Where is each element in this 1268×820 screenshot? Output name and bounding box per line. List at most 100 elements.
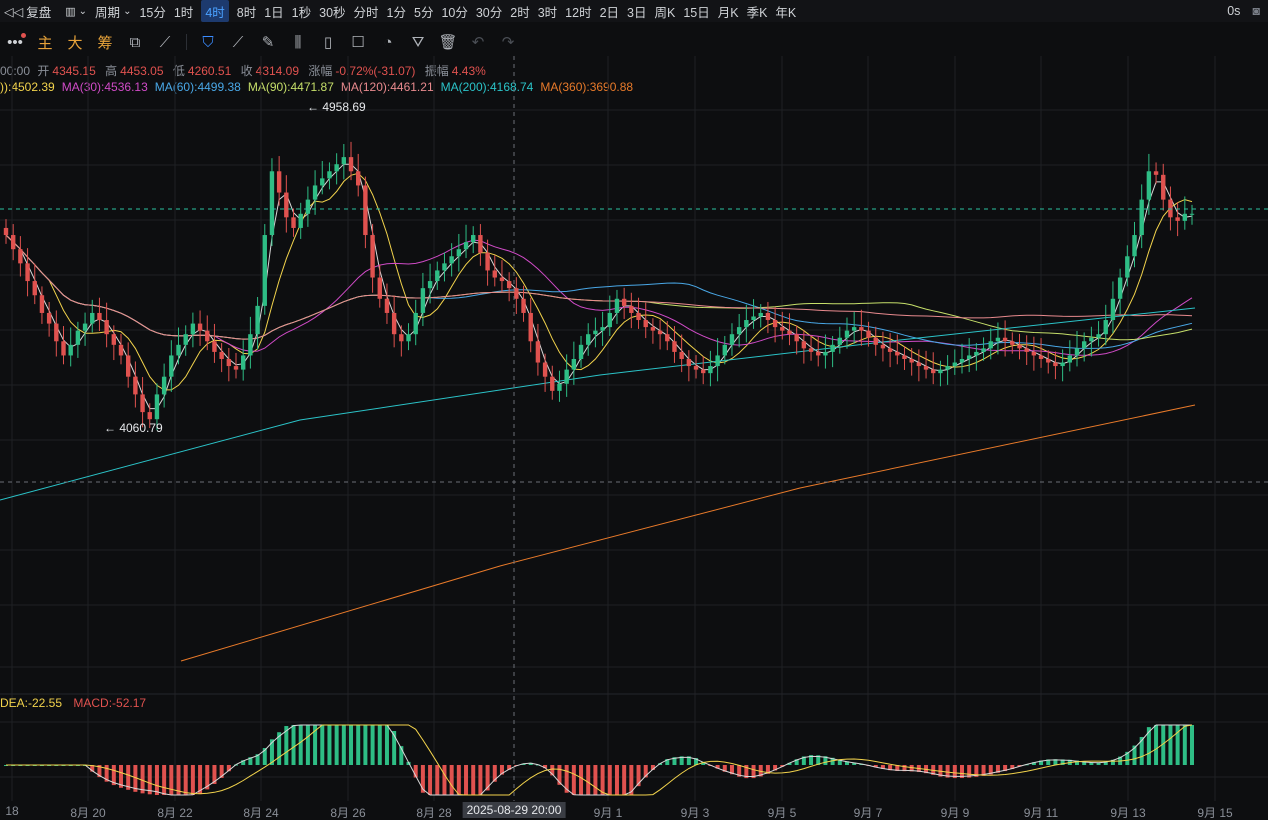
candle-body bbox=[995, 337, 1001, 342]
macd-bar bbox=[1168, 725, 1173, 765]
candle-body bbox=[621, 298, 627, 306]
interval-13[interactable]: 3时 bbox=[538, 0, 565, 22]
candle-body bbox=[75, 330, 81, 345]
macd-bar bbox=[464, 765, 469, 795]
time-label: 9月 3 bbox=[680, 806, 710, 820]
candle-body bbox=[794, 334, 799, 342]
bookmark-icon: ⛉ bbox=[202, 33, 214, 51]
main-indicator-button[interactable]: 主 bbox=[30, 28, 60, 56]
interval-0[interactable]: 15分 bbox=[139, 0, 173, 22]
candle-body bbox=[693, 366, 699, 370]
macd-bar bbox=[456, 765, 461, 795]
candle-body bbox=[938, 369, 943, 374]
interval-12[interactable]: 2时 bbox=[510, 0, 537, 22]
indicator-edit-button[interactable]: ⧉ bbox=[120, 28, 150, 56]
filter-tool[interactable]: ⛛ bbox=[403, 28, 433, 56]
interval-5[interactable]: 1秒 bbox=[292, 0, 319, 22]
note-tool[interactable]: ☐ bbox=[343, 28, 373, 56]
candle-body bbox=[945, 366, 950, 370]
candle-body bbox=[988, 341, 993, 349]
candle-body bbox=[442, 263, 447, 271]
ma-line bbox=[5, 172, 1193, 391]
interval-19[interactable]: 月K bbox=[718, 0, 747, 22]
candles-icon: ⫼ bbox=[294, 33, 302, 51]
undo-button[interactable]: ↶ bbox=[463, 28, 493, 56]
candles bbox=[3, 141, 1195, 431]
interval-7[interactable]: 分时 bbox=[354, 0, 387, 22]
interval-1[interactable]: 1时 bbox=[174, 0, 201, 22]
candle-body bbox=[787, 330, 792, 335]
ma200-line bbox=[0, 307, 1196, 501]
macd-bar bbox=[428, 765, 433, 795]
interval-9[interactable]: 5分 bbox=[414, 0, 441, 22]
time-label: 8月 26 bbox=[330, 806, 366, 820]
ma-line bbox=[5, 163, 1193, 410]
dea-value: DEA:-22.55 bbox=[0, 696, 63, 710]
candle-body bbox=[866, 330, 871, 338]
time-label: 9月 11 bbox=[1023, 806, 1059, 820]
candle-body bbox=[636, 312, 641, 321]
hide-drawings-button[interactable]: ⟋ bbox=[150, 28, 180, 56]
time-label: 8月 20 bbox=[70, 806, 106, 820]
candle-body bbox=[61, 341, 66, 356]
divider bbox=[186, 34, 187, 50]
candle-body bbox=[348, 157, 354, 172]
pattern-tool[interactable]: ⫼ bbox=[283, 28, 313, 56]
candle-body bbox=[320, 178, 325, 186]
bookmark-tool[interactable]: ⛉ bbox=[193, 28, 223, 56]
drawing-toolbar: ••• 主 大 筹 ⧉ ⟋ ⛉ ⟋ ✎ ⫼ ▯ ☐ ◔ ⛛ 🗑 ↶ ↷ bbox=[0, 28, 1268, 56]
more-button[interactable]: ••• bbox=[0, 28, 30, 56]
delete-tool[interactable]: 🗑 bbox=[433, 28, 463, 56]
candle-body bbox=[125, 355, 131, 377]
macd-bar bbox=[305, 725, 310, 765]
interval-11[interactable]: 30分 bbox=[476, 0, 510, 22]
candle-body bbox=[1153, 171, 1159, 175]
interval-4[interactable]: 1日 bbox=[264, 0, 291, 22]
macd-bar bbox=[579, 765, 584, 795]
big-order-button[interactable]: 大 bbox=[60, 28, 90, 56]
macd-bar bbox=[1154, 725, 1159, 765]
interval-16[interactable]: 3日 bbox=[627, 0, 654, 22]
camera-icon[interactable]: ◙ bbox=[1252, 4, 1260, 18]
interval-20[interactable]: 季K bbox=[747, 0, 776, 22]
candle-body bbox=[600, 327, 605, 331]
time-label: 18 bbox=[5, 804, 19, 818]
macd-bar bbox=[291, 725, 296, 765]
candle-body bbox=[276, 171, 282, 193]
interval-3[interactable]: 8时 bbox=[237, 0, 264, 22]
period-dropdown[interactable]: 周期 ⌄ bbox=[95, 0, 139, 22]
undo-icon: ↶ bbox=[471, 34, 485, 51]
interval-6[interactable]: 30秒 bbox=[319, 0, 353, 22]
candlestick-chart[interactable]: ← 4958.69 ← 4060.79 bbox=[0, 56, 1268, 801]
macd-panel bbox=[4, 724, 1194, 796]
candle-body bbox=[1031, 351, 1037, 356]
interval-18[interactable]: 15日 bbox=[683, 0, 717, 22]
candle-body bbox=[471, 235, 476, 243]
interval-14[interactable]: 12时 bbox=[565, 0, 599, 22]
interval-2[interactable]: 4时 bbox=[201, 0, 229, 22]
interval-21[interactable]: 年K bbox=[775, 0, 804, 22]
candle-body bbox=[499, 277, 505, 282]
macd-bar bbox=[169, 765, 174, 795]
candle-body bbox=[90, 312, 95, 324]
chip-distribution-button[interactable]: 筹 bbox=[90, 28, 120, 56]
candle-body bbox=[880, 344, 886, 349]
clipboard-tool[interactable]: ▯ bbox=[313, 28, 343, 56]
ruler-tool[interactable]: ⟋ bbox=[223, 28, 253, 56]
interval-8[interactable]: 1分 bbox=[387, 0, 414, 22]
redo-button[interactable]: ↷ bbox=[493, 28, 523, 56]
macd-bar bbox=[349, 725, 354, 765]
time-label: 9月 7 bbox=[853, 806, 883, 820]
candle-body bbox=[816, 351, 821, 356]
replay-button[interactable]: ◁◁ 复盘 bbox=[0, 0, 59, 22]
candle-body bbox=[521, 298, 526, 313]
candle-body bbox=[255, 305, 260, 335]
chart-type-button[interactable]: ▥ ⌄ bbox=[59, 0, 95, 22]
time-label: 9月 1 bbox=[593, 806, 623, 820]
candle-body bbox=[190, 323, 196, 335]
interval-17[interactable]: 周K bbox=[654, 0, 683, 22]
magnet-tool[interactable]: ◔ bbox=[373, 28, 403, 56]
interval-10[interactable]: 10分 bbox=[441, 0, 475, 22]
pencil-tool[interactable]: ✎ bbox=[253, 28, 283, 56]
interval-15[interactable]: 2日 bbox=[600, 0, 627, 22]
